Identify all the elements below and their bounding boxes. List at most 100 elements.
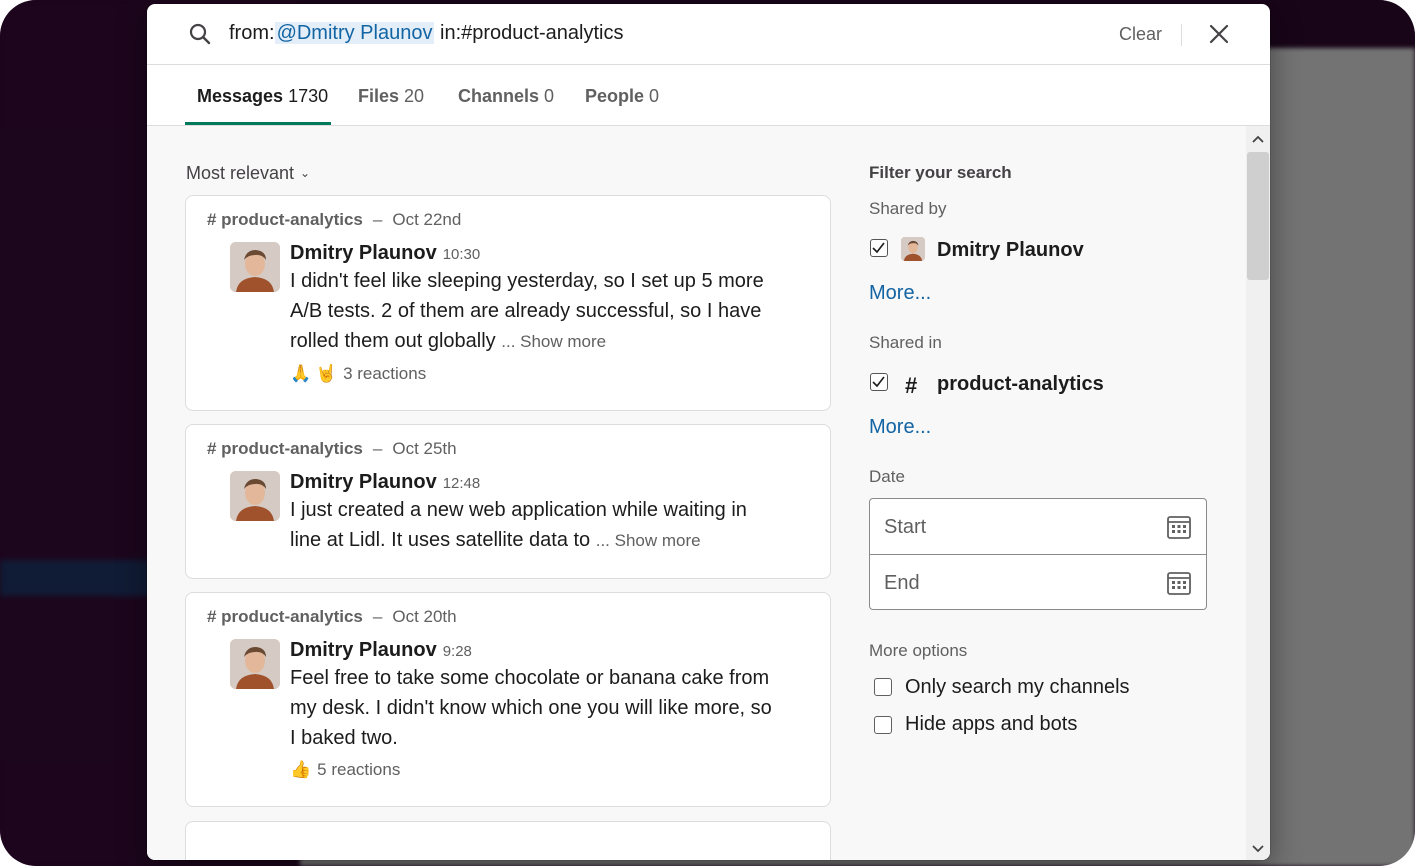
message-body: I just created a new web application whi… bbox=[290, 495, 790, 556]
only-my-channels-label[interactable]: Only search my channels bbox=[905, 676, 1130, 699]
message-meta: # product-analytics – Oct 25th bbox=[207, 439, 457, 459]
message-time[interactable]: 9:28 bbox=[443, 643, 472, 660]
tab-files[interactable]: Files 20 bbox=[358, 86, 424, 107]
show-more-link[interactable]: ... Show more bbox=[596, 531, 701, 550]
scroll-thumb[interactable] bbox=[1247, 152, 1269, 280]
more-people-link[interactable]: More... bbox=[869, 282, 931, 305]
author-name[interactable]: Dmitry Plaunov 10:30 bbox=[290, 242, 480, 265]
message-result[interactable] bbox=[185, 821, 831, 860]
checkmark-icon bbox=[872, 376, 885, 388]
message-result[interactable]: # product-analytics – Oct 20th Dmitry Plau… bbox=[185, 592, 831, 807]
tab-people[interactable]: People 0 bbox=[585, 86, 659, 107]
search-bar: from: @Dmitry Plaunov in:#product-analyti… bbox=[147, 4, 1270, 65]
clear-button[interactable]: Clear bbox=[1119, 24, 1162, 45]
chevron-up-icon[interactable] bbox=[1252, 134, 1264, 146]
result-tabs: Messages 1730 Files 20 Channels 0 People… bbox=[147, 65, 1270, 126]
separator: – bbox=[372, 210, 383, 229]
message-date: Oct 22nd bbox=[392, 210, 462, 229]
shared-by-checkbox[interactable] bbox=[870, 239, 888, 257]
calendar-icon[interactable] bbox=[1166, 570, 1192, 596]
message-time[interactable]: 10:30 bbox=[443, 246, 481, 263]
avatar bbox=[901, 237, 925, 261]
message-line: I just created a new web application whi… bbox=[290, 499, 747, 521]
message-time[interactable]: 12:48 bbox=[443, 475, 481, 492]
tab-label: People bbox=[585, 86, 645, 106]
message-result[interactable]: # product-analytics – Oct 25th Dmitry Plau… bbox=[185, 424, 831, 579]
date-range-picker: Start End bbox=[869, 498, 1207, 610]
reactions-summary[interactable]: 🙏 🤘 3 reactions bbox=[290, 364, 426, 384]
app-frame: from: @Dmitry Plaunov in:#product-analyti… bbox=[0, 0, 1415, 866]
start-date-field[interactable]: Start bbox=[870, 499, 1206, 554]
reactions-summary[interactable]: 👍 5 reactions bbox=[290, 760, 400, 780]
more-channels-link[interactable]: More... bbox=[869, 416, 931, 439]
search-modal: from: @Dmitry Plaunov in:#product-analyti… bbox=[147, 4, 1270, 860]
message-body: I didn't feel like sleeping yesterday, s… bbox=[290, 266, 790, 357]
calendar-icon[interactable] bbox=[1166, 514, 1192, 540]
author-name[interactable]: Dmitry Plaunov 9:28 bbox=[290, 639, 472, 662]
close-icon[interactable] bbox=[1207, 22, 1231, 46]
separator: – bbox=[372, 607, 383, 626]
message-line: rolled them out globally ... Show more bbox=[290, 326, 790, 357]
tab-count: 0 bbox=[649, 86, 660, 106]
channel-link[interactable]: # product-analytics bbox=[207, 607, 363, 626]
message-line: my desk. I didn't know which one you wil… bbox=[290, 697, 772, 719]
hide-bots-checkbox[interactable] bbox=[874, 716, 892, 734]
checkmark-icon bbox=[872, 242, 885, 254]
avatar[interactable] bbox=[230, 242, 280, 292]
channel-link[interactable]: # product-analytics bbox=[207, 210, 363, 229]
start-date-placeholder: Start bbox=[884, 516, 927, 538]
channel-link[interactable]: # product-analytics bbox=[207, 439, 363, 458]
shared-by-value: Dmitry Plaunov bbox=[937, 239, 1084, 261]
scrollbar[interactable] bbox=[1246, 126, 1270, 860]
reaction-emoji: 👍 bbox=[290, 760, 312, 779]
message-line: I didn't feel like sleeping yesterday, s… bbox=[290, 270, 764, 292]
active-tab-indicator bbox=[185, 122, 331, 125]
shared-in-checkbox[interactable] bbox=[870, 373, 888, 391]
tab-messages[interactable]: Messages 1730 bbox=[197, 86, 328, 107]
sort-dropdown[interactable]: Most relevant ⌄ bbox=[186, 163, 310, 184]
end-date-placeholder: End bbox=[884, 572, 920, 594]
query-prefix: from: bbox=[229, 22, 275, 44]
separator: – bbox=[372, 439, 383, 458]
reactions-count: 5 reactions bbox=[317, 760, 401, 779]
channel-hash-icon: # bbox=[905, 373, 918, 398]
tab-label: Files bbox=[358, 86, 400, 106]
chevron-down-icon[interactable] bbox=[1252, 842, 1264, 854]
message-date: Oct 20th bbox=[392, 607, 457, 626]
query-suffix: in:#product-analytics bbox=[434, 22, 624, 44]
author-label: Dmitry Plaunov bbox=[290, 471, 437, 493]
reaction-emoji: 🙏 🤘 bbox=[290, 364, 338, 383]
tab-count: 20 bbox=[404, 86, 425, 106]
reactions-count: 3 reactions bbox=[343, 364, 427, 383]
only-my-channels-checkbox[interactable] bbox=[874, 678, 892, 696]
tab-count: 0 bbox=[544, 86, 555, 106]
date-label: Date bbox=[869, 467, 905, 486]
author-label: Dmitry Plaunov bbox=[290, 639, 437, 661]
hide-bots-label[interactable]: Hide apps and bots bbox=[905, 713, 1077, 736]
message-meta: # product-analytics – Oct 22nd bbox=[207, 210, 461, 230]
avatar[interactable] bbox=[230, 471, 280, 521]
filter-panel: Filter your search Shared by Dmitry Plau… bbox=[869, 126, 1229, 860]
more-options-label: More options bbox=[869, 641, 968, 660]
message-line: Feel free to take some chocolate or bana… bbox=[290, 667, 770, 689]
chevron-down-icon: ⌄ bbox=[300, 166, 311, 180]
end-date-field[interactable]: End bbox=[870, 555, 1206, 610]
message-result[interactable]: # product-analytics – Oct 22nd Dmitry Plau… bbox=[185, 195, 831, 411]
show-more-link[interactable]: ... Show more bbox=[501, 332, 606, 351]
message-line: line at Lidl. It uses satellite data to … bbox=[290, 525, 790, 556]
author-name[interactable]: Dmitry Plaunov 12:48 bbox=[290, 471, 480, 494]
author-label: Dmitry Plaunov bbox=[290, 242, 437, 264]
filter-title: Filter your search bbox=[869, 163, 1012, 182]
tab-label: Messages bbox=[197, 86, 284, 106]
search-icon bbox=[189, 23, 211, 45]
divider bbox=[1181, 24, 1182, 46]
results-area: Most relevant ⌄ # product-analytics – Oct 2… bbox=[147, 126, 1270, 860]
search-query-input[interactable]: from: @Dmitry Plaunov in:#product-analyti… bbox=[229, 22, 623, 45]
message-body: Feel free to take some chocolate or bana… bbox=[290, 663, 790, 753]
tab-channels[interactable]: Channels 0 bbox=[458, 86, 554, 107]
avatar[interactable] bbox=[230, 639, 280, 689]
query-user-token[interactable]: @Dmitry Plaunov bbox=[274, 22, 435, 44]
message-line-text: rolled them out globally bbox=[290, 330, 496, 352]
message-line-text: line at Lidl. It uses satellite data to bbox=[290, 529, 596, 551]
message-line: A/B tests. 2 of them are already success… bbox=[290, 300, 762, 322]
